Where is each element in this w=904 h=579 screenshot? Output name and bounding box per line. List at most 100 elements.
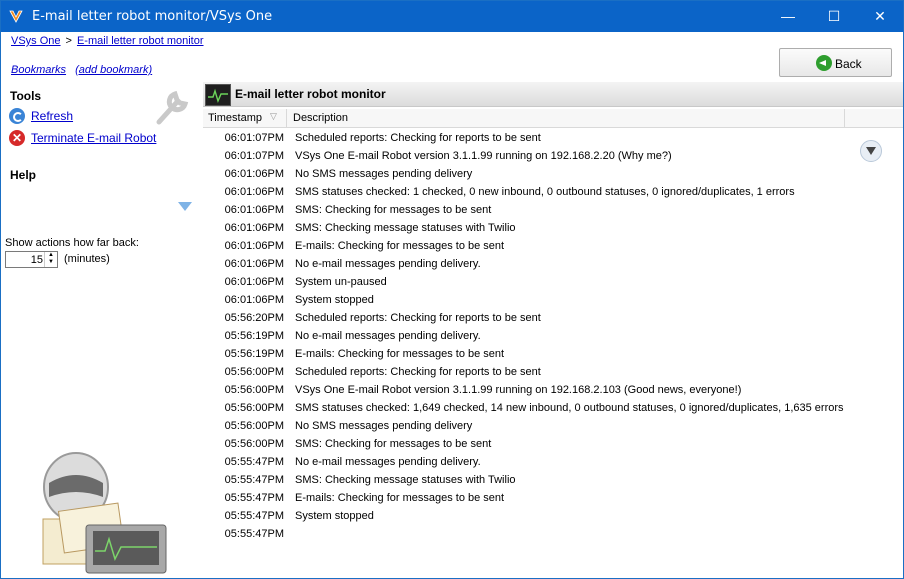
- table-row[interactable]: 06:01:06PM System un-paused: [203, 273, 843, 291]
- row-timestamp: 06:01:06PM: [224, 258, 284, 270]
- refresh-icon: [9, 108, 25, 124]
- table-row[interactable]: 06:01:06PM E-mails: Checking for messages…: [203, 237, 843, 255]
- minimize-button[interactable]: —: [765, 1, 811, 32]
- row-description: Scheduled reports: Checking for reports …: [295, 312, 541, 324]
- maximize-button[interactable]: ☐: [811, 1, 857, 32]
- table-row[interactable]: 05:55:47PM: [203, 525, 843, 543]
- row-description: No e-mail messages pending delivery.: [295, 456, 481, 468]
- column-divider[interactable]: [844, 109, 845, 127]
- breadcrumb: VSys One > E-mail letter robot monitor: [11, 35, 204, 47]
- row-description: E-mails: Checking for messages to be sen…: [295, 348, 505, 360]
- minutes-unit-label: (minutes): [64, 253, 110, 265]
- panel-title: E-mail letter robot monitor: [235, 87, 386, 101]
- row-description: E-mails: Checking for messages to be sen…: [295, 240, 505, 252]
- table-row[interactable]: 05:55:47PM System stopped: [203, 507, 843, 525]
- row-timestamp: 05:55:47PM: [224, 492, 284, 504]
- app-window: E-mail letter robot monitor/VSys One — ☐…: [0, 0, 904, 579]
- breadcrumb-current-link[interactable]: E-mail letter robot monitor: [77, 35, 204, 47]
- stop-icon: ✕: [9, 130, 25, 146]
- table-row[interactable]: 06:01:06PM SMS: Checking for messages to …: [203, 201, 843, 219]
- row-description: SMS: Checking for messages to be sent: [295, 438, 492, 450]
- row-timestamp: 06:01:06PM: [224, 222, 284, 234]
- table-row[interactable]: 05:56:19PM E-mails: Checking for messages…: [203, 345, 843, 363]
- filter-icon[interactable]: [860, 140, 882, 162]
- row-description: VSys One E-mail Robot version 3.1.1.99 r…: [295, 384, 742, 396]
- row-description: No SMS messages pending delivery: [295, 420, 473, 432]
- row-timestamp: 06:01:06PM: [224, 168, 284, 180]
- table-row[interactable]: 05:56:20PM Scheduled reports: Checking fo…: [203, 309, 843, 327]
- row-timestamp: 05:56:20PM: [224, 312, 284, 324]
- close-button[interactable]: ✕: [857, 1, 903, 32]
- back-button[interactable]: Back: [779, 48, 892, 77]
- row-description: E-mails: Checking for messages to be sen…: [295, 492, 505, 504]
- table-row[interactable]: 06:01:06PM SMS: Checking message statuses…: [203, 219, 843, 237]
- back-arrow-icon: [816, 55, 832, 71]
- row-description: SMS: Checking for messages to be sent: [295, 204, 492, 216]
- content-area: VSys One > E-mail letter robot monitor Boo…: [1, 32, 903, 578]
- row-timestamp: 05:56:00PM: [224, 438, 284, 450]
- column-header-description[interactable]: Description: [293, 112, 348, 124]
- table-row[interactable]: 05:56:00PM SMS statuses checked: 1,649 ch…: [203, 399, 844, 417]
- table-row[interactable]: 06:01:06PM No e-mail messages pending del…: [203, 255, 843, 273]
- title-bar[interactable]: E-mail letter robot monitor/VSys One — ☐…: [1, 1, 903, 32]
- main-panel: E-mail letter robot monitor Timestamp ▽ …: [203, 82, 903, 578]
- row-timestamp: 05:56:19PM: [224, 330, 284, 342]
- sort-descending-icon[interactable]: ▽: [270, 111, 277, 122]
- table-row[interactable]: 05:55:47PM No e-mail messages pending del…: [203, 453, 843, 471]
- row-timestamp: 06:01:06PM: [224, 240, 284, 252]
- history-label: Show actions how far back:: [5, 237, 139, 249]
- breadcrumb-separator: >: [65, 35, 72, 47]
- row-description: System stopped: [295, 510, 374, 522]
- table-row[interactable]: 06:01:07PM VSys One E-mail Robot version …: [203, 147, 843, 165]
- row-description: SMS: Checking message statuses with Twil…: [295, 474, 516, 486]
- row-description: SMS statuses checked: 1 checked, 0 new i…: [295, 186, 795, 198]
- column-divider[interactable]: [286, 109, 287, 127]
- table-row[interactable]: 05:56:00PM Scheduled reports: Checking fo…: [203, 363, 843, 381]
- row-timestamp: 06:01:06PM: [224, 186, 284, 198]
- app-logo-icon: [9, 10, 23, 23]
- table-row[interactable]: 05:55:47PM SMS: Checking message statuses…: [203, 471, 843, 489]
- refresh-link[interactable]: Refresh: [31, 109, 73, 123]
- bookmarks-bar: Bookmarks (add bookmark): [11, 64, 158, 76]
- stepper-arrows-icon[interactable]: ▲ ▼: [44, 252, 57, 267]
- row-description: SMS statuses checked: 1,649 checked, 14 …: [295, 402, 844, 414]
- bookmarks-link[interactable]: Bookmarks: [11, 64, 66, 76]
- sidebar: Tools Refresh ✕ Terminate E-mail Robot H…: [1, 82, 201, 578]
- row-timestamp: 05:56:00PM: [224, 402, 284, 414]
- panel-header: E-mail letter robot monitor: [203, 82, 903, 107]
- back-button-label: Back: [835, 57, 862, 71]
- table-header: Timestamp ▽ Description: [203, 109, 903, 128]
- row-timestamp: 05:55:47PM: [224, 474, 284, 486]
- row-timestamp: 06:01:07PM: [224, 132, 284, 144]
- row-description: No e-mail messages pending delivery.: [295, 330, 481, 342]
- row-timestamp: 05:55:47PM: [224, 528, 284, 540]
- table-row[interactable]: 05:55:47PM E-mails: Checking for messages…: [203, 489, 843, 507]
- terminate-robot-link[interactable]: Terminate E-mail Robot: [31, 131, 156, 145]
- table-row[interactable]: 05:56:00PM VSys One E-mail Robot version …: [203, 381, 843, 399]
- email-robot-illustration-icon: [42, 452, 167, 574]
- row-timestamp: 05:56:00PM: [224, 384, 284, 396]
- window-title: E-mail letter robot monitor/VSys One: [32, 9, 273, 24]
- wrench-icon: [156, 90, 189, 125]
- help-expand-icon[interactable]: [178, 202, 192, 211]
- table-row[interactable]: 06:01:07PM Scheduled reports: Checking fo…: [203, 129, 843, 147]
- table-row[interactable]: 06:01:06PM No SMS messages pending delive…: [203, 165, 843, 183]
- row-description: System stopped: [295, 294, 374, 306]
- help-heading: Help: [10, 168, 37, 182]
- table-row[interactable]: 05:56:19PM No e-mail messages pending del…: [203, 327, 843, 345]
- history-minutes-stepper[interactable]: 15 ▲ ▼: [5, 251, 58, 268]
- table-row[interactable]: 06:01:06PM System stopped: [203, 291, 843, 309]
- row-description: System un-paused: [295, 276, 387, 288]
- table-row[interactable]: 06:01:06PM SMS statuses checked: 1 checke…: [203, 183, 843, 201]
- breadcrumb-root-link[interactable]: VSys One: [11, 35, 61, 47]
- table-row[interactable]: 05:56:00PM SMS: Checking for messages to …: [203, 435, 843, 453]
- row-timestamp: 06:01:06PM: [224, 276, 284, 288]
- table-row[interactable]: 05:56:00PM No SMS messages pending delive…: [203, 417, 843, 435]
- history-minutes-value: 15: [30, 254, 43, 266]
- row-timestamp: 06:01:07PM: [224, 150, 284, 162]
- row-timestamp: 05:55:47PM: [224, 456, 284, 468]
- column-header-timestamp[interactable]: Timestamp: [208, 112, 262, 124]
- row-timestamp: 05:56:19PM: [224, 348, 284, 360]
- add-bookmark-link[interactable]: (add bookmark): [75, 64, 152, 76]
- row-timestamp: 05:55:47PM: [224, 510, 284, 522]
